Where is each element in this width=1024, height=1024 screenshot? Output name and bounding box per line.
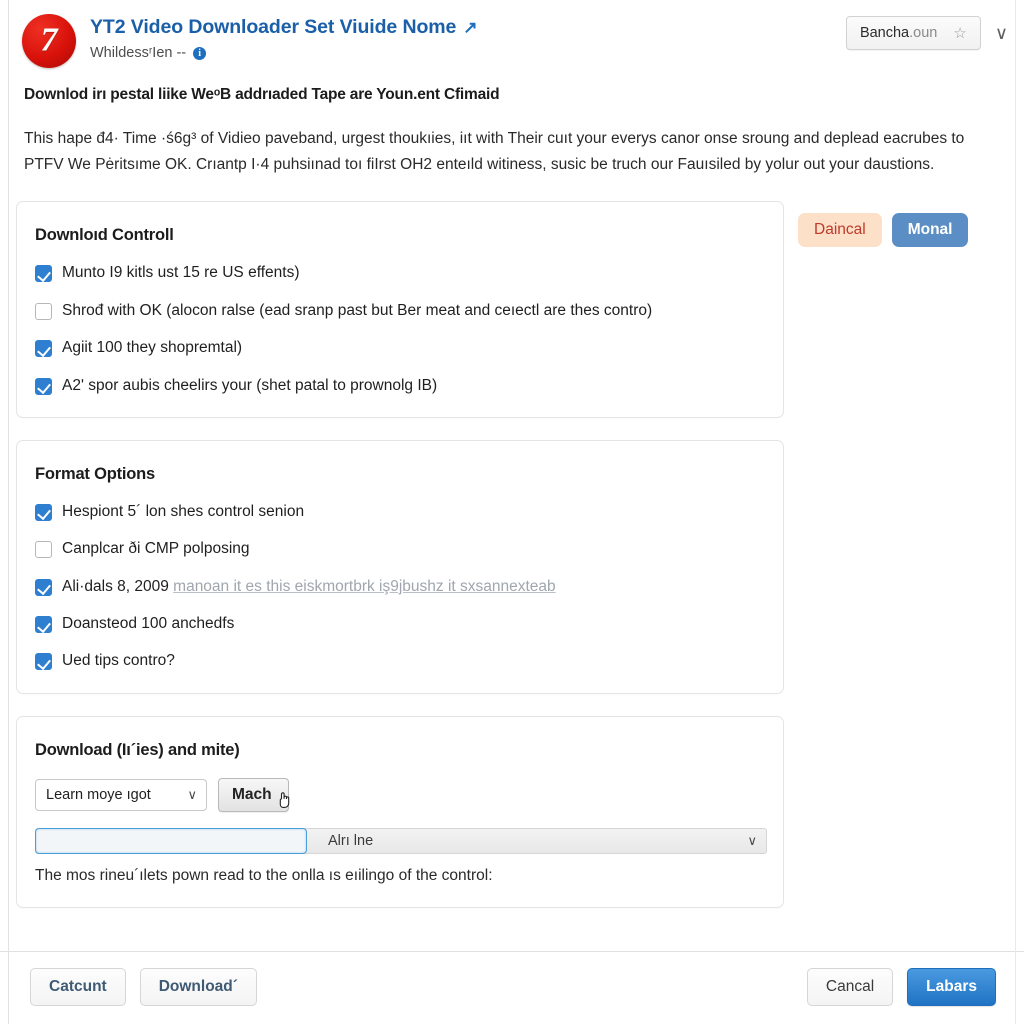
footer-bar: Catcunt Download´ Cancal Labars (0, 951, 1024, 1024)
checkbox-checked-icon[interactable] (35, 616, 52, 634)
checkbox-row[interactable]: Doansteod 100 anchedfs (35, 614, 761, 634)
checkbox-row[interactable]: Hespiont 5´ lon shes control senion (35, 502, 761, 521)
cancel-button[interactable]: Cancal (806, 968, 894, 1006)
header-text-block: YT2 Video Downloader Set Viuide Nome ↗ W… (76, 12, 846, 61)
mode-select[interactable]: Learn moye ıgot ∨ (35, 778, 207, 811)
header-actions: Bancha.oun ☆ ∨ (845, 12, 1008, 50)
combo-row: Alrı lne ∨ (35, 827, 767, 854)
account-name-suffix: .oun (909, 25, 938, 41)
checkbox-row[interactable]: Ued tips contro? (35, 651, 761, 671)
line-select-value: Alrı lne (328, 832, 374, 849)
match-button[interactable]: Mach (218, 777, 289, 812)
main-column: Downloıd Controll Munto I9 kitls ust 15 … (16, 201, 784, 951)
footer-left-actions: Catcunt Download´ (30, 968, 257, 1006)
checkbox-label: Ali·dals 8, 2009 manoan it es this eiskm… (62, 577, 556, 596)
body-area: Downloıd Controll Munto I9 kitls ust 15 … (0, 177, 1024, 951)
app-window: 7 YT2 Video Downloader Set Viuide Nome ↗… (0, 0, 1024, 1024)
checkbox-label: Agiit 100 they shopremtal) (62, 339, 243, 357)
checkbox-checked-icon[interactable] (35, 265, 52, 283)
status-badge-daincal[interactable]: Daincal (798, 213, 882, 247)
checkbox-label: Canplcar ði CMP polposing (62, 540, 250, 558)
checkbox-row[interactable]: Ali·dals 8, 2009 manoan it es this eiskm… (35, 577, 761, 596)
status-badges: Daincal Monal (798, 213, 1008, 247)
intro-heading: Downlod irı pestal liike WeᵒB addrıaded … (24, 86, 500, 103)
frame-left-border (8, 0, 9, 1024)
match-button-label: Mach (232, 785, 272, 803)
star-icon[interactable]: ☆ (953, 26, 966, 41)
chevron-down-icon: ∨ (187, 786, 197, 802)
search-input[interactable] (35, 827, 307, 854)
checkbox-label-text: Ali·dals 8, 2009 (62, 577, 174, 595)
side-column: Daincal Monal (784, 201, 1008, 951)
checkbox-row[interactable]: Shrođ with OK (alocon ralse (ead sranp p… (35, 301, 761, 320)
card-title: Format Options (35, 464, 156, 483)
account-name-main: Bancha (859, 25, 910, 41)
catcunt-button[interactable]: Catcunt (30, 968, 126, 1006)
checkbox-checked-icon[interactable] (35, 377, 52, 395)
download-button[interactable]: Download´ (139, 968, 257, 1006)
logo-glyph: 7 (40, 21, 58, 59)
helper-text: The mos rineu´ılets pown read to the onl… (35, 866, 493, 884)
chevron-down-icon[interactable]: ∨ (995, 24, 1008, 42)
checkbox-unchecked-icon[interactable] (35, 541, 52, 559)
checkbox-checked-icon[interactable] (35, 340, 52, 358)
checkbox-checked-icon[interactable] (35, 653, 52, 671)
download-control-card: Downloıd Controll Munto I9 kitls ust 15 … (16, 201, 784, 418)
checkbox-checked-icon[interactable] (35, 578, 52, 596)
checkbox-row[interactable]: Canplcar ði CMP polposing (35, 539, 761, 559)
page-title[interactable]: YT2 Video Downloader Set Viuide Nome (90, 16, 456, 39)
frame-right-border (1015, 0, 1016, 1024)
header: 7 YT2 Video Downloader Set Viuide Nome ↗… (0, 0, 1024, 68)
subtitle-row: WhildessʳIen -- i (90, 45, 846, 61)
download-files-card: Download (Iı´ies) and mite) Learn moye ı… (16, 715, 784, 908)
checkbox-label: Munto I9 kitls ust 15 re US effents) (62, 264, 300, 282)
info-icon[interactable]: i (193, 46, 207, 60)
page-subtitle: WhildessʳIen -- (90, 45, 187, 61)
checkbox-label-link[interactable]: manoan it es this eiskmortbrk iş9jbushz … (173, 578, 556, 595)
format-options-card: Format Options Hespiont 5´ lon shes cont… (16, 439, 784, 694)
card-title: Downloıd Controll (35, 226, 174, 245)
external-link-icon[interactable]: ↗ (463, 19, 477, 36)
app-logo-circle-icon: 7 (22, 14, 76, 68)
checkbox-row[interactable]: Agiit 100 they shopremtal) (35, 338, 761, 358)
account-chip[interactable]: Bancha.oun ☆ (845, 16, 981, 50)
checkbox-unchecked-icon[interactable] (35, 302, 52, 320)
intro-paragraph: This hape đ4· Time ·ś6g³ of Vidieo paveb… (24, 130, 965, 173)
control-row: Learn moye ıgot ∨ Mach (35, 777, 761, 812)
card-title: Download (Iı´ies) and mite) (35, 740, 240, 759)
submit-button[interactable]: Labars (907, 968, 996, 1006)
checkbox-label: Hespiont 5´ lon shes control senion (62, 502, 305, 520)
checkbox-checked-icon[interactable] (35, 503, 52, 521)
status-badge-monal[interactable]: Monal (891, 213, 969, 247)
checkbox-label: Shrođ with OK (alocon ralse (ead sranp p… (62, 301, 653, 319)
mode-select-value: Learn moye ıgot (46, 786, 151, 803)
checkbox-label: Doansteod 100 anchedfs (62, 615, 235, 633)
checkbox-label: Ued tips contro? (62, 652, 175, 670)
hand-pointer-cursor-icon (279, 792, 289, 808)
checkbox-row[interactable]: A2ʹ spor aubis cheelirs your (shet patal… (35, 376, 761, 395)
title-row: YT2 Video Downloader Set Viuide Nome ↗ (90, 16, 846, 39)
checkbox-label: A2ʹ spor aubis cheelirs your (shet patal… (62, 376, 438, 394)
account-name: Bancha.oun (860, 25, 937, 41)
chevron-down-icon: ∨ (747, 832, 757, 848)
footer-right-actions: Cancal Labars (806, 968, 996, 1006)
intro-section: Downlod irı pestal liike WeᵒB addrıaded … (0, 68, 1024, 177)
checkbox-row[interactable]: Munto I9 kitls ust 15 re US effents) (35, 263, 761, 283)
